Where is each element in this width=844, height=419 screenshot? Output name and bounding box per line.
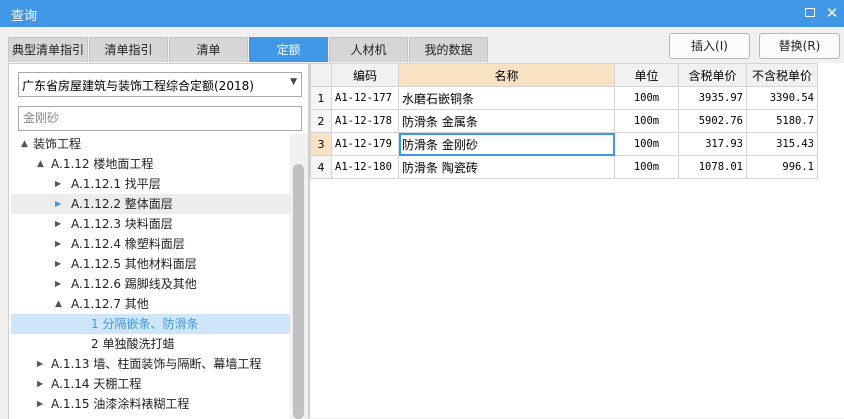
- replace-button[interactable]: 替换(R): [759, 33, 840, 59]
- cell-price-excl-tax[interactable]: 3390.54: [746, 86, 818, 110]
- expand-arrow-icon[interactable]: ▶: [55, 274, 61, 294]
- tab-typical-list-guide[interactable]: 典型清单指引: [8, 37, 88, 62]
- tree-node[interactable]: ▶ A.1.12.5 其他材料面层: [11, 254, 290, 274]
- tab-quota[interactable]: 定额: [249, 37, 328, 62]
- tree-node-label: A.1.12 楼地面工程: [51, 157, 154, 171]
- tree-node[interactable]: ▶ A.1.12.2 整体面层: [11, 194, 290, 214]
- column-header-name[interactable]: 名称: [398, 63, 615, 87]
- expand-arrow-icon[interactable]: ▶: [55, 234, 61, 254]
- cell-unit[interactable]: 100m: [614, 132, 679, 156]
- table-row[interactable]: 2 A1-12-178 防滑条 金属条 100m 5902.76 5180.7: [310, 109, 818, 133]
- tree-node[interactable]: 2 单独酸洗打蜡: [11, 334, 290, 354]
- table-row-current[interactable]: 3 A1-12-179 防滑条 金刚砂 100m 317.93 315.43: [310, 132, 818, 156]
- expand-arrow-icon[interactable]: ▶: [55, 174, 61, 194]
- cell-name[interactable]: 防滑条 陶瓷砖: [398, 155, 615, 179]
- column-header-price-excl-tax[interactable]: 不含税单价: [746, 63, 818, 87]
- cell-code[interactable]: A1-12-180: [331, 155, 399, 179]
- tree-node-label: A.1.12.3 块料面层: [71, 217, 173, 231]
- cell-price-incl-tax[interactable]: 5902.76: [678, 109, 747, 133]
- cell-price-excl-tax[interactable]: 996.1: [746, 155, 818, 179]
- cell-price-excl-tax[interactable]: 315.43: [746, 132, 818, 156]
- tree-node-label: A.1.12.5 其他材料面层: [71, 257, 197, 271]
- tree-node[interactable]: ▲ A.1.12 楼地面工程: [11, 154, 290, 174]
- table-header-row: 编码 名称 单位 含税单价 不含税单价: [310, 63, 818, 87]
- row-index: 4: [310, 155, 332, 179]
- tree-node[interactable]: ▶ A.1.14 天棚工程: [11, 374, 290, 394]
- tree-node-label: A.1.12.1 找平层: [71, 177, 161, 191]
- cell-price-excl-tax[interactable]: 5180.7: [746, 109, 818, 133]
- collapse-arrow-icon[interactable]: ▲: [37, 154, 44, 174]
- table-row[interactable]: 1 A1-12-177 水磨石嵌铜条 100m 3935.97 3390.54: [310, 86, 818, 110]
- insert-button[interactable]: 插入(I): [669, 33, 750, 59]
- tree-node[interactable]: ▶ A.1.12.4 橡塑料面层: [11, 234, 290, 254]
- collapse-arrow-icon[interactable]: ▲: [21, 134, 28, 154]
- tab-my-data[interactable]: 我的数据: [409, 37, 488, 62]
- expand-arrow-icon[interactable]: ▶: [55, 194, 61, 214]
- row-index: 3: [310, 132, 332, 156]
- window-title: 查询: [11, 9, 38, 24]
- expand-arrow-icon[interactable]: ▶: [37, 394, 43, 414]
- tree-node-label: 装饰工程: [33, 137, 82, 151]
- expand-arrow-icon[interactable]: ▶: [55, 254, 61, 274]
- tree-node-selected[interactable]: 1 分隔嵌条、防滑条: [11, 314, 290, 334]
- tree-node[interactable]: ▶ A.1.13 墙、柱面装饰与隔断、幕墙工程: [11, 354, 290, 374]
- cell-code[interactable]: A1-12-178: [331, 109, 399, 133]
- expand-arrow-icon[interactable]: ▶: [37, 374, 43, 394]
- row-index: 1: [310, 86, 332, 110]
- column-header-index: [310, 63, 332, 87]
- cell-code[interactable]: A1-12-177: [331, 86, 399, 110]
- expand-arrow-icon[interactable]: ▶: [55, 214, 61, 234]
- expand-arrow-icon[interactable]: ▶: [37, 354, 43, 374]
- quota-library-value: 广东省房屋建筑与装饰工程综合定额(2018): [22, 79, 254, 93]
- tree-node[interactable]: ▶ A.1.12.6 踢脚线及其他: [11, 274, 290, 294]
- tree-node[interactable]: ▶ A.1.15 油漆涂料裱糊工程: [11, 394, 290, 414]
- cell-price-incl-tax[interactable]: 317.93: [678, 132, 747, 156]
- tree-node[interactable]: ▶ A.1.12.3 块料面层: [11, 214, 290, 234]
- row-index: 2: [310, 109, 332, 133]
- chevron-down-icon[interactable]: ▼: [290, 77, 297, 87]
- tree-node-label: A.1.12.7 其他: [71, 297, 149, 311]
- quota-tree-panel: 广东省房屋建筑与装饰工程综合定额(2018) ▼ ▲ 装饰工程 ▲ A.1.12…: [8, 63, 309, 419]
- column-header-price-incl-tax[interactable]: 含税单价: [678, 63, 747, 87]
- maximize-icon[interactable]: [802, 5, 818, 21]
- cell-name[interactable]: 防滑条 金属条: [398, 109, 615, 133]
- column-header-code[interactable]: 编码: [331, 63, 399, 87]
- tree-node-label: A.1.12.6 踢脚线及其他: [71, 277, 197, 291]
- tree-scrollbar[interactable]: [290, 134, 308, 419]
- quota-result-panel: 编码 名称 单位 含税单价 不含税单价 1 A1-12-177 水磨石嵌铜条 1…: [309, 63, 844, 418]
- quota-library-select[interactable]: 广东省房屋建筑与装饰工程综合定额(2018) ▼: [18, 72, 302, 97]
- tree-node-label: 1 分隔嵌条、防滑条: [91, 317, 199, 331]
- tab-list-guide[interactable]: 清单指引: [89, 37, 168, 62]
- tree-node[interactable]: ▲ 装饰工程: [11, 134, 290, 154]
- cell-price-incl-tax[interactable]: 3935.97: [678, 86, 747, 110]
- search-input[interactable]: [19, 107, 297, 128]
- tree-node-label: A.1.14 天棚工程: [51, 377, 142, 391]
- tree-node-label: 2 单独酸洗打蜡: [91, 337, 175, 351]
- column-header-unit[interactable]: 单位: [614, 63, 679, 87]
- tree-node-label: A.1.12.4 橡塑料面层: [71, 237, 185, 251]
- tree-node[interactable]: ▲ A.1.12.7 其他: [11, 294, 290, 314]
- tree-node-label: A.1.12.2 整体面层: [71, 197, 173, 211]
- tab-labor-material-machine[interactable]: 人材机: [329, 37, 408, 62]
- tree-node-label: A.1.13 墙、柱面装饰与隔断、幕墙工程: [51, 357, 262, 371]
- cell-unit[interactable]: 100m: [614, 109, 679, 133]
- close-icon[interactable]: ✕: [824, 5, 840, 21]
- cell-price-incl-tax[interactable]: 1078.01: [678, 155, 747, 179]
- cell-name-focused[interactable]: 防滑条 金刚砂: [398, 132, 615, 156]
- chapter-tree: ▲ 装饰工程 ▲ A.1.12 楼地面工程 ▶ A.1.12.1 找平层 ▶ A…: [9, 134, 290, 419]
- table-row[interactable]: 4 A1-12-180 防滑条 陶瓷砖 100m 1078.01 996.1: [310, 155, 818, 179]
- cell-code[interactable]: A1-12-179: [331, 132, 399, 156]
- cell-unit[interactable]: 100m: [614, 86, 679, 110]
- collapse-arrow-icon[interactable]: ▲: [55, 294, 62, 314]
- tree-node[interactable]: ▶ A.1.12.1 找平层: [11, 174, 290, 194]
- quota-table: 编码 名称 单位 含税单价 不含税单价 1 A1-12-177 水磨石嵌铜条 1…: [310, 63, 818, 179]
- tab-list[interactable]: 清单: [169, 37, 248, 62]
- search-box[interactable]: [18, 106, 302, 131]
- scrollbar-thumb[interactable]: [293, 164, 304, 419]
- title-bar: 查询 ✕: [0, 0, 844, 27]
- cell-unit[interactable]: 100m: [614, 155, 679, 179]
- cell-name[interactable]: 水磨石嵌铜条: [398, 86, 615, 110]
- tree-node-label: A.1.15 油漆涂料裱糊工程: [51, 397, 190, 411]
